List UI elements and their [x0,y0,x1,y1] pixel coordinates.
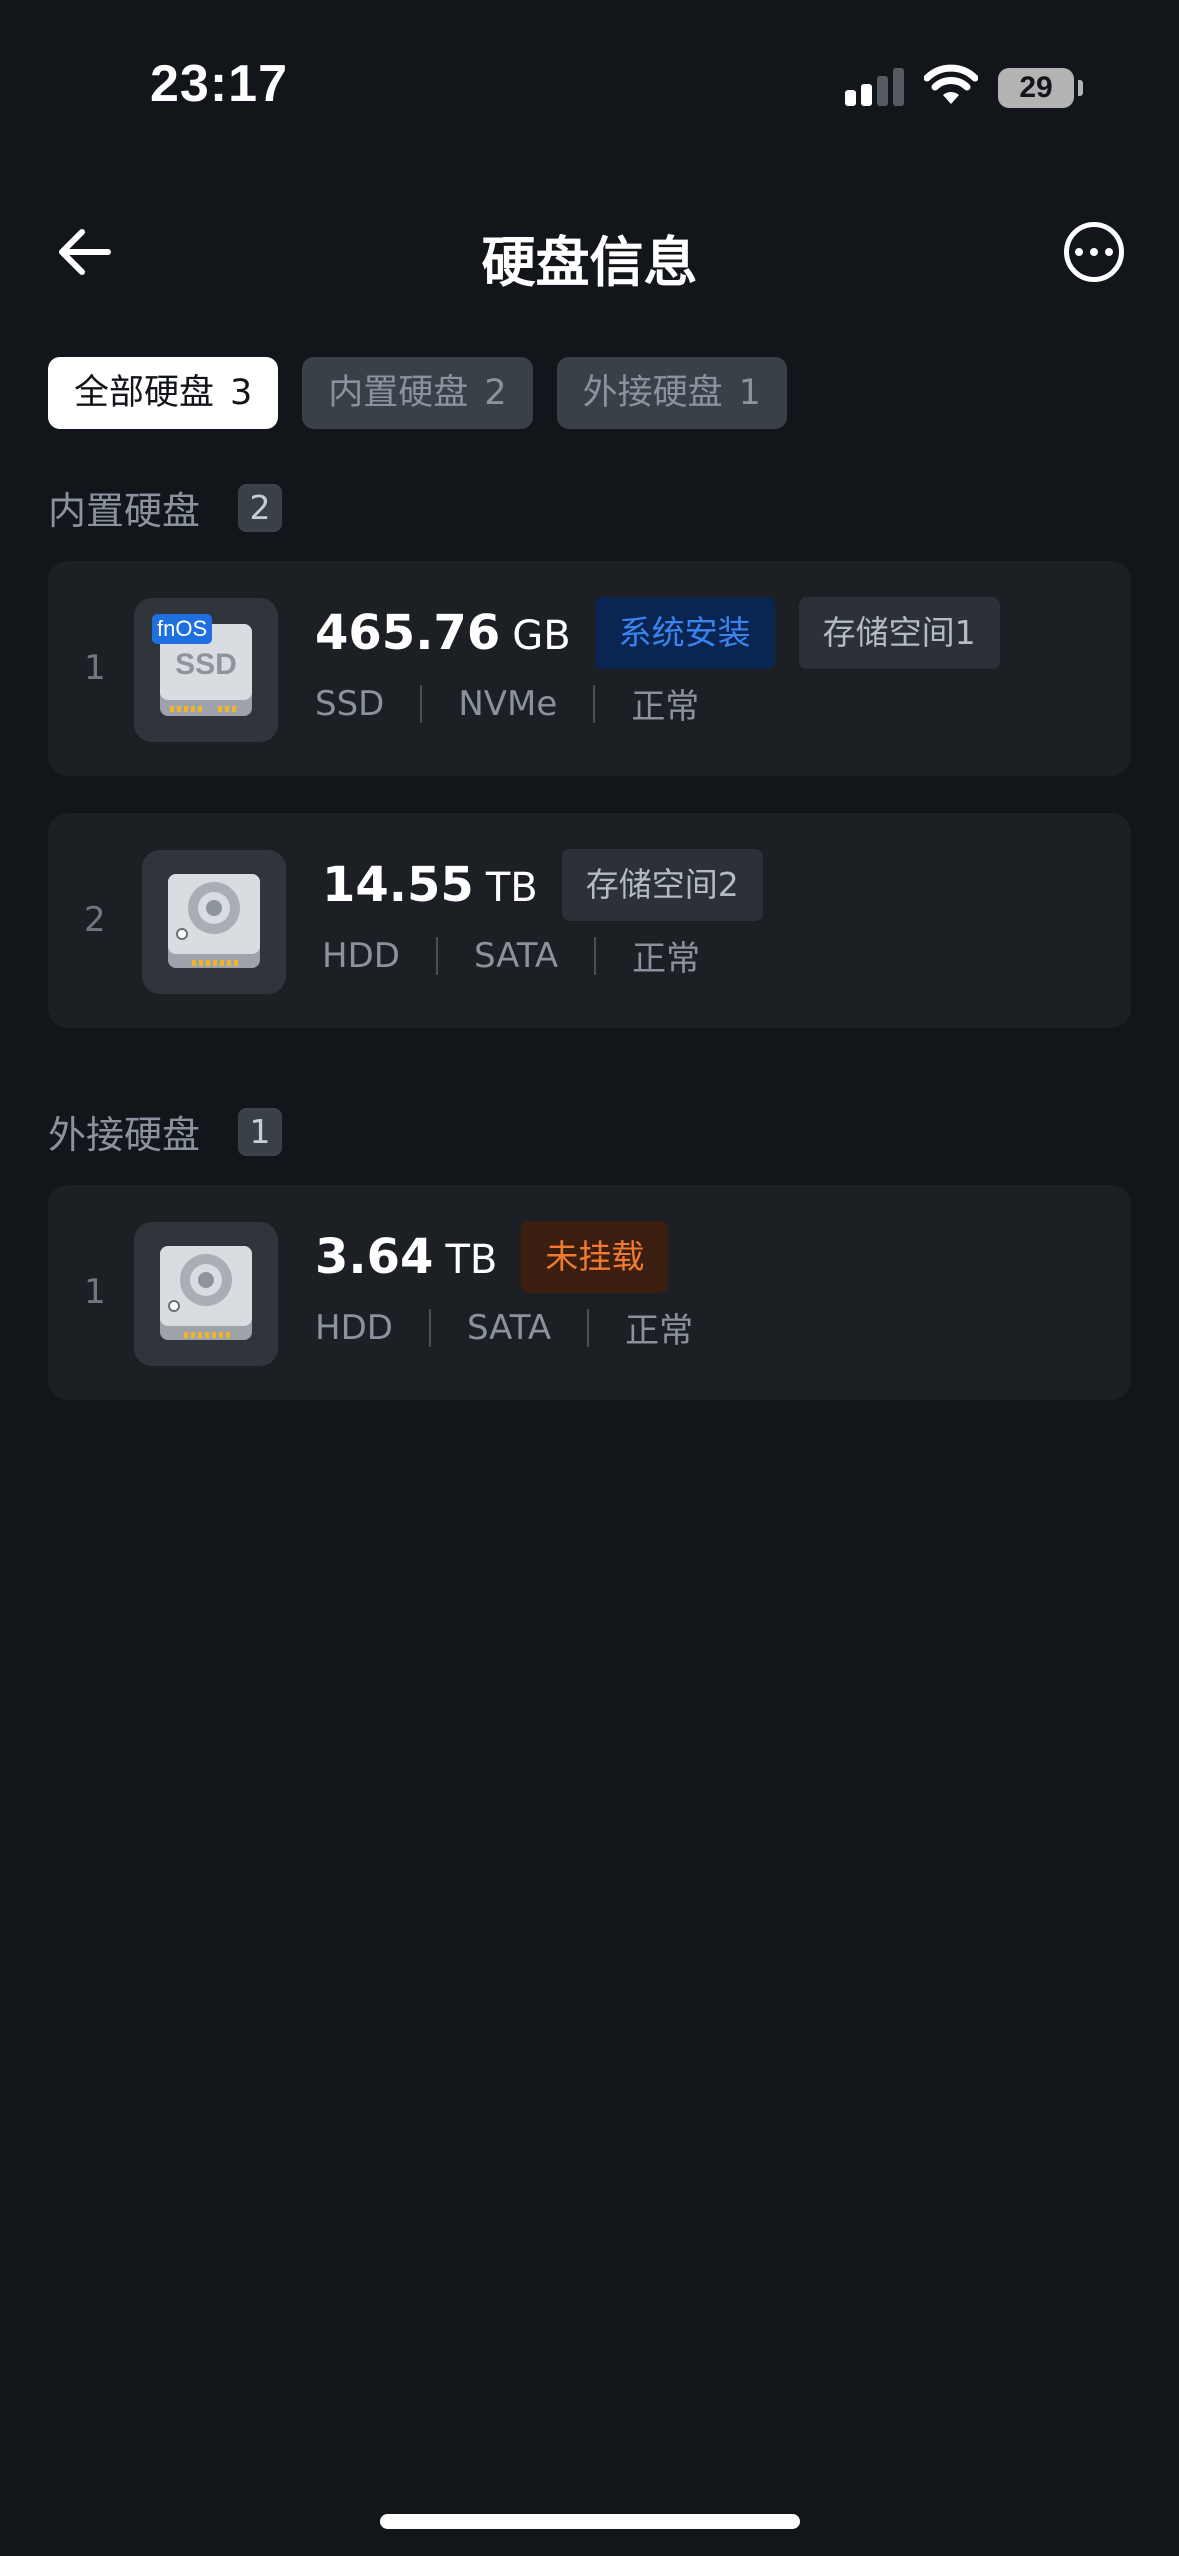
hdd-drive-icon [142,850,286,994]
tab-internal-disks[interactable]: 内置硬盘 2 [302,357,533,429]
tab-count: 1 [738,373,761,413]
tag-unmounted: 未挂载 [521,1221,669,1293]
divider [428,1308,431,1347]
tag-storage-space: 存储空间1 [798,597,1000,669]
disk-type: SSD [315,683,385,724]
disk-card-internal-2[interactable]: 2 14.55 TB 存储空间2 HDD SATA 正常 [48,813,1131,1028]
tag-storage-space: 存储空间2 [561,849,763,921]
disk-status: 正常 [631,687,700,727]
divider [593,684,596,723]
disk-index: 1 [84,1272,106,1312]
disk-info: 14.55 TB 存储空间2 HDD SATA 正常 [322,849,763,980]
hdd-drive-icon [134,1222,278,1366]
disk-capacity-unit: TB [445,1237,498,1283]
divider [594,936,597,975]
disk-index: 2 [84,900,106,940]
disk-status: 正常 [632,939,701,979]
fnos-badge: fnOS [152,614,213,644]
disk-info: 3.64 TB 未挂载 HDD SATA 正常 [315,1221,693,1352]
tab-label: 全部硬盘 [74,373,215,413]
tab-label: 内置硬盘 [328,373,469,413]
home-indicator[interactable] [380,2514,800,2529]
wifi-icon [924,64,978,104]
battery-tip [1078,80,1083,96]
disk-capacity: 465.76 [315,605,501,661]
disk-info: 465.76 GB 系统安装 存储空间1 SSD NVMe 正常 [315,597,1000,728]
section-title-external: 外接硬盘 1 [48,1104,283,1159]
more-options-icon[interactable] [1064,222,1124,282]
disk-card-internal-1[interactable]: 1 SSD fnOS 465.76 GB 系统安装 存储空间1 SSD NVMe… [48,561,1131,776]
tab-label: 外接硬盘 [582,373,723,413]
battery-icon: 29 [998,68,1074,108]
disk-type: HDD [315,1307,393,1348]
disk-interface: SATA [466,1307,552,1348]
disk-index: 1 [84,648,106,688]
page-title: 硬盘信息 [481,231,698,294]
tab-count: 3 [230,373,253,413]
divider [587,1308,590,1347]
divider [435,936,438,975]
tag-system-install: 系统安装 [594,597,775,669]
disk-interface: SATA [473,935,559,976]
tab-all-disks[interactable]: 全部硬盘 3 [48,357,279,429]
disk-interface: NVMe [458,683,558,724]
status-time: 23:17 [150,55,288,113]
filter-tabs: 全部硬盘 3 内置硬盘 2 外接硬盘 1 [48,357,787,429]
disk-status: 正常 [625,1311,694,1351]
disk-capacity: 14.55 [322,857,474,913]
tab-count: 2 [484,373,507,413]
tab-external-disks[interactable]: 外接硬盘 1 [556,357,787,429]
disk-type: HDD [322,935,400,976]
disk-capacity-unit: TB [485,865,538,911]
svg-text:SSD: SSD [175,648,237,681]
section-label: 外接硬盘 [48,1113,201,1157]
disk-capacity-unit: GB [512,613,571,659]
disk-capacity: 3.64 [315,1229,434,1285]
section-count-badge: 1 [238,1107,283,1156]
divider [420,684,423,723]
section-label: 内置硬盘 [48,489,201,533]
section-title-internal: 内置硬盘 2 [48,480,283,535]
ssd-drive-icon: SSD fnOS [134,598,278,742]
cellular-signal-icon [845,68,904,106]
disk-card-external-1[interactable]: 1 3.64 TB 未挂载 HDD SATA 正常 [48,1185,1131,1400]
section-count-badge: 2 [238,483,283,532]
